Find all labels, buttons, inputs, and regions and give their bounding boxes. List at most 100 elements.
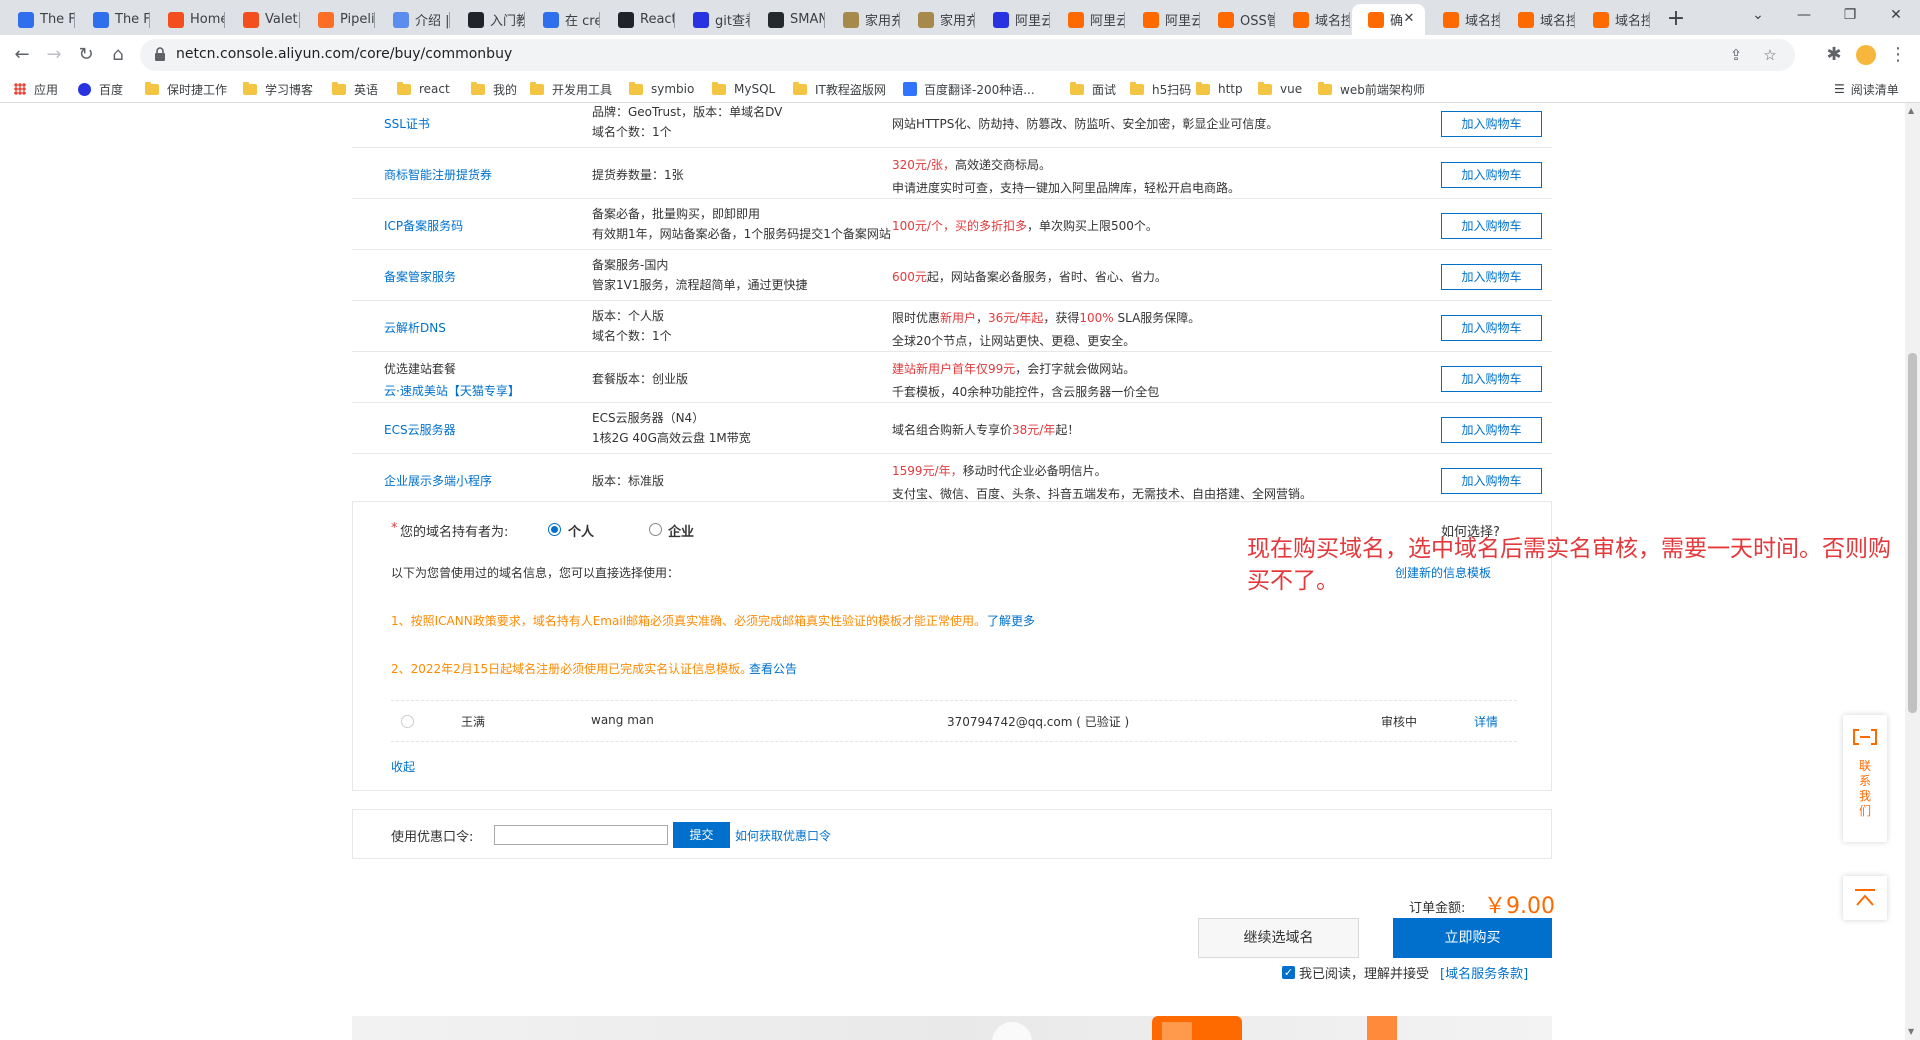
bookmark-item[interactable]: 百度 [78, 80, 123, 98]
scroll-down-arrow-icon[interactable]: ▼ [1908, 1027, 1914, 1036]
back-arrow-icon[interactable]: ← [8, 41, 36, 69]
browser-tab-label: git查看 [715, 14, 750, 29]
view-announcement-link[interactable]: 查看公告 [749, 660, 797, 677]
product-name-link[interactable]: 云解析DNS [384, 319, 446, 336]
realname-notice: 2、2022年2月15日起域名注册必须使用已完成实名认证信息模板。 [391, 662, 753, 676]
add-to-cart-button[interactable]: 加入购物车 [1441, 162, 1542, 188]
bookmark-item[interactable]: 百度翻译-200种语... [903, 80, 1035, 98]
browser-tab[interactable]: 家用充 [827, 4, 900, 35]
terms-link[interactable]: [域名服务条款] [1440, 963, 1528, 982]
new-tab-button[interactable]: + [1662, 6, 1690, 34]
bookmark-item[interactable]: 英语 [332, 80, 378, 98]
browser-tab[interactable]: Valet [227, 4, 300, 35]
add-to-cart-button[interactable]: 加入购物车 [1441, 468, 1542, 494]
browser-tab[interactable]: 阿里云 [1127, 4, 1200, 35]
owner-company-label[interactable]: 企业 [668, 521, 694, 540]
browser-tab[interactable]: 入门教 [452, 4, 525, 35]
how-to-get-coupon-link[interactable]: 如何获取优惠口令 [735, 827, 831, 844]
bookmark-item[interactable]: http [1196, 80, 1243, 98]
owner-personal-radio[interactable] [548, 523, 561, 536]
owner-template-row[interactable]: 王满 wang man 370794742@qq.com ( 已验证 ) 审核中… [391, 701, 1517, 741]
bookmark-star-icon[interactable]: ☆ [1761, 46, 1779, 64]
add-to-cart-button[interactable]: 加入购物车 [1441, 111, 1542, 137]
bookmark-item[interactable]: web前端架构师 [1318, 80, 1425, 98]
bookmark-item[interactable]: 保时捷工作 [145, 80, 227, 98]
owner-company-radio[interactable] [649, 523, 662, 536]
close-tab-icon[interactable]: ✕ [1401, 11, 1417, 27]
continue-select-domain-button[interactable]: 继续选域名 [1198, 918, 1359, 958]
add-to-cart-button[interactable]: 加入购物车 [1441, 264, 1542, 290]
template-select-radio[interactable] [401, 715, 414, 728]
add-to-cart-button[interactable]: 加入购物车 [1441, 366, 1542, 392]
close-window-button[interactable]: ✕ [1873, 0, 1919, 30]
browser-menu-icon[interactable]: ⋮ [1884, 41, 1912, 69]
bookmark-item[interactable]: IT教程盗版网 [793, 80, 886, 98]
bookmark-item[interactable]: react [397, 80, 450, 98]
contact-us-widget[interactable]: 联系我们 [1843, 715, 1887, 842]
add-to-cart-button[interactable]: 加入购物车 [1441, 213, 1542, 239]
browser-tab[interactable]: 在 cre [527, 4, 600, 35]
browser-tab[interactable]: Home [152, 4, 225, 35]
add-to-cart-button[interactable]: 加入购物车 [1441, 417, 1542, 443]
product-name-link[interactable]: 备案管家服务 [384, 268, 456, 285]
collapse-link[interactable]: 收起 [391, 758, 415, 775]
bookmark-item[interactable]: 学习博客 [243, 80, 313, 98]
product-name-link[interactable]: 企业展示多端小程序 [384, 472, 492, 489]
browser-tab[interactable]: Pipelin [302, 4, 375, 35]
product-name-link[interactable]: SSL证书 [384, 115, 430, 132]
scrollbar-thumb[interactable] [1908, 353, 1917, 713]
browser-tab[interactable]: The Fl [77, 4, 150, 35]
learn-more-link[interactable]: 了解更多 [987, 612, 1035, 629]
maximize-button[interactable]: ❐ [1827, 0, 1873, 30]
forward-arrow-icon[interactable]: → [40, 41, 68, 69]
owner-personal-label[interactable]: 个人 [568, 521, 594, 540]
browser-tab[interactable]: 介绍 | [377, 4, 450, 35]
bookmark-item[interactable]: h5扫码 [1130, 80, 1191, 98]
product-name-link[interactable]: 云·速成美站【天猫专享】 [384, 382, 520, 399]
browser-tab[interactable]: 域名控 [1577, 4, 1650, 35]
tab-search-icon[interactable]: ⌄ [1735, 0, 1781, 30]
browser-tab[interactable]: 阿里云 [977, 4, 1050, 35]
browser-tab[interactable]: The Fl [2, 4, 75, 35]
bookmark-item[interactable]: symbio [629, 80, 694, 98]
minimize-button[interactable]: — [1781, 0, 1827, 30]
browser-tab[interactable]: 域名控 [1502, 4, 1575, 35]
browser-tab[interactable]: git查看 [677, 4, 750, 35]
browser-tab[interactable]: 确 ✕ [1352, 4, 1425, 35]
product-name-link[interactable]: 商标智能注册提货券 [384, 166, 492, 183]
extensions-icon[interactable]: ✱ [1820, 41, 1848, 69]
browser-tab[interactable]: SMAN [752, 4, 825, 35]
bookmark-label: 应用 [34, 82, 59, 97]
profile-avatar[interactable] [1852, 41, 1880, 69]
bookmark-item[interactable]: vue [1258, 80, 1302, 98]
agree-checkbox[interactable]: ✓ [1282, 966, 1295, 979]
back-to-top-button[interactable] [1843, 876, 1887, 920]
product-spec: 品牌：GeoTrust，版本：单域名DV [592, 105, 783, 119]
scroll-up-arrow-icon[interactable]: ▲ [1908, 106, 1914, 115]
product-name-link[interactable]: ICP备案服务码 [384, 217, 463, 234]
share-icon[interactable]: ⇪ [1727, 46, 1745, 64]
product-name-link[interactable]: ECS云服务器 [384, 421, 456, 438]
reading-list[interactable]: ☰ 阅读清单 [1834, 80, 1899, 98]
address-bar[interactable]: netcn.console.aliyun.com/core/buy/common… [140, 39, 1795, 71]
tab-separator [299, 12, 300, 28]
bookmark-item[interactable]: 面试 [1070, 80, 1116, 98]
template-detail-link[interactable]: 详情 [1474, 713, 1498, 730]
browser-tab[interactable]: React [602, 4, 675, 35]
browser-tab[interactable]: 域名控 [1277, 4, 1350, 35]
buy-now-button[interactable]: 立即购买 [1393, 918, 1552, 958]
browser-tab[interactable]: 域名控 [1427, 4, 1500, 35]
bookmark-item[interactable]: MySQL [712, 80, 775, 98]
coupon-input[interactable] [494, 825, 668, 845]
add-to-cart-button[interactable]: 加入购物车 [1441, 315, 1542, 341]
home-icon[interactable]: ⌂ [104, 41, 132, 69]
bookmark-item[interactable]: 开发用工具 [530, 80, 612, 98]
page-scrollbar[interactable]: ▲ ▼ [1905, 103, 1920, 1040]
coupon-submit-button[interactable]: 提交 [673, 822, 730, 848]
browser-tab[interactable]: OSS管 [1202, 4, 1275, 35]
browser-tab[interactable]: 阿里云 [1052, 4, 1125, 35]
bookmark-item[interactable]: 我的 [471, 80, 517, 98]
reload-icon[interactable]: ↻ [72, 41, 100, 69]
browser-tab[interactable]: 家用充 [902, 4, 975, 35]
bookmark-item[interactable]: 应用 [14, 80, 58, 98]
